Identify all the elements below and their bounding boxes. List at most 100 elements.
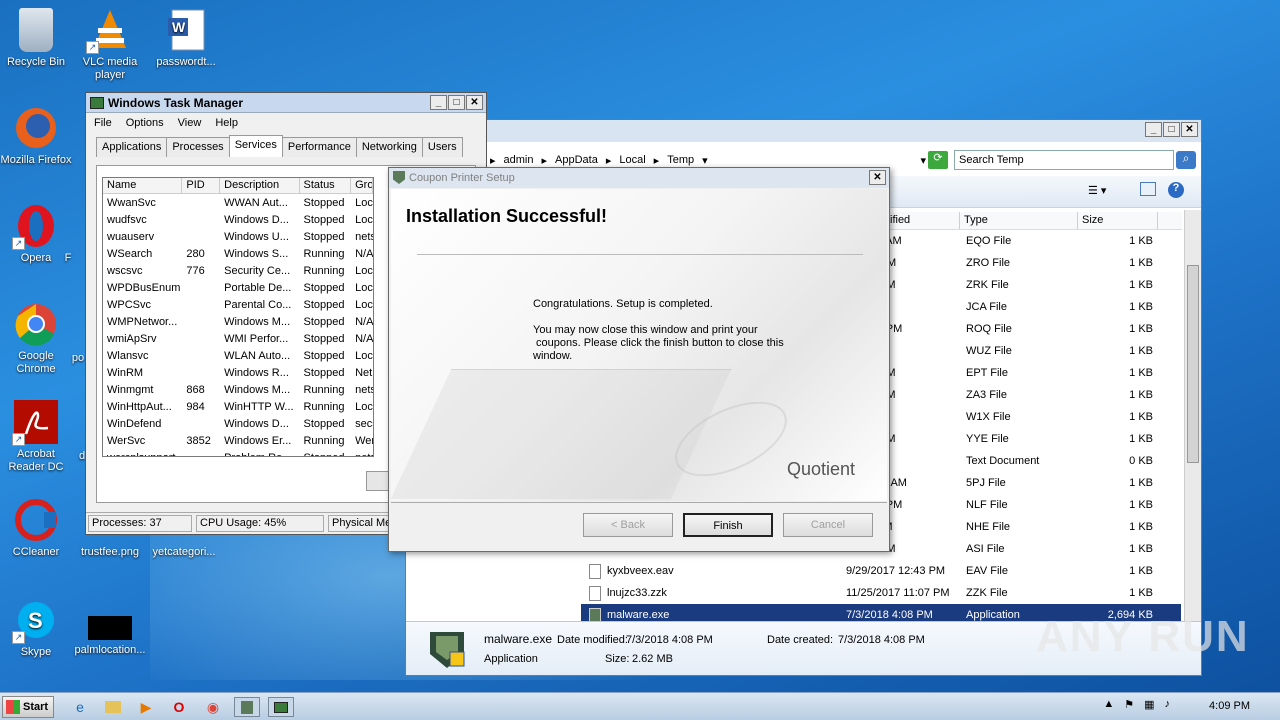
file-type: EQO File (966, 235, 1012, 247)
menu-options[interactable]: Options (126, 117, 164, 129)
desktop-icon-skype[interactable]: S ↗ Skype (0, 598, 74, 659)
column-status[interactable]: Status (300, 178, 352, 193)
desktop-icon-partial-f[interactable]: F (58, 252, 78, 265)
maximize-button[interactable]: □ (448, 95, 465, 110)
service-row[interactable]: WSearch 280 Windows S... Running N/A (103, 245, 373, 262)
refresh-icon[interactable]: ⟳ (928, 151, 948, 169)
chevron-down-icon[interactable]: ▾ (702, 154, 708, 167)
tab-performance[interactable]: Performance (281, 137, 357, 157)
message-line: You may now close this window and print … (533, 324, 758, 336)
breadcrumb-item[interactable]: AppData (555, 154, 598, 166)
column-pid[interactable]: PID (182, 178, 221, 193)
opera-taskbar-icon[interactable]: O (166, 697, 192, 717)
explorer-titlebar (406, 120, 1201, 142)
column-type[interactable]: Type (960, 212, 1078, 229)
service-description: Windows M... (224, 315, 291, 328)
network-icon[interactable]: ▦ (1144, 698, 1154, 711)
desktop-icon-palmlocation[interactable]: palmlocation... (72, 598, 148, 657)
minimize-button[interactable]: _ (430, 95, 447, 110)
file-explorer-icon[interactable] (100, 697, 126, 717)
service-row[interactable]: wudfsvc Windows D... Stopped Loca (103, 211, 373, 228)
chevron-right-icon: ▸ (490, 154, 496, 167)
column-description[interactable]: Description (220, 178, 300, 193)
service-row[interactable]: WinRM Windows R... Stopped Net (103, 364, 373, 381)
column-group[interactable]: Gro (351, 178, 373, 193)
tab-processes[interactable]: Processes (166, 137, 230, 157)
media-player-icon[interactable]: ▶ (133, 697, 159, 717)
volume-icon[interactable]: ♪ (1165, 698, 1171, 711)
cancel-button[interactable]: Cancel (783, 513, 873, 537)
finish-button[interactable]: Finish (683, 513, 773, 537)
service-row[interactable]: Wlansvc WLAN Auto... Stopped Loca (103, 347, 373, 364)
desktop-icon-chrome[interactable]: Google Chrome (0, 302, 74, 376)
desktop-icon-acrobat[interactable]: ↗ Acrobat Reader DC (0, 400, 74, 474)
menu-view[interactable]: View (178, 117, 202, 129)
breadcrumb-item[interactable]: Temp (667, 154, 694, 166)
internet-explorer-icon[interactable]: e (67, 697, 93, 717)
minimize-button[interactable]: _ (1145, 122, 1162, 137)
column-size[interactable]: Size (1078, 212, 1158, 229)
breadcrumb-item[interactable]: admin (504, 154, 534, 166)
service-row[interactable]: wercplsupport Problem Re...Stoppednets (103, 449, 373, 457)
scrollbar-thumb[interactable] (1187, 265, 1199, 463)
close-button[interactable]: ✕ (1181, 122, 1198, 137)
services-list[interactable]: Name PID Description Status Gro WwanSvc W… (102, 177, 374, 457)
help-icon[interactable]: ? (1168, 182, 1184, 198)
taskbar-clock[interactable]: 4:09 PM (1209, 700, 1250, 712)
search-input[interactable]: Search Temp (954, 150, 1174, 170)
file-type: ZZK File (966, 587, 1008, 599)
desktop-icon-password-doc[interactable]: W passwordt... (148, 8, 224, 69)
tab-applications[interactable]: Applications (96, 137, 168, 157)
chrome-taskbar-icon[interactable]: ◉ (200, 697, 226, 717)
heading-divider (417, 254, 863, 255)
back-button[interactable]: < Back (583, 513, 673, 537)
menu-help[interactable]: Help (215, 117, 238, 129)
service-row[interactable]: WinHttpAut... 984 WinHTTP W... Running Loca (103, 398, 373, 415)
action-center-icon[interactable]: ⚑ (1124, 698, 1134, 711)
column-name[interactable]: Name (103, 178, 183, 193)
tab-services[interactable]: Services (228, 135, 283, 157)
column-date-modified[interactable]: ified (886, 212, 960, 229)
breadcrumb-item[interactable]: Local (619, 154, 645, 166)
show-hidden-icons-icon[interactable]: ▲ (1103, 698, 1114, 711)
service-row[interactable]: wscsvc 776 Security Ce... Running Loca (103, 262, 373, 279)
tab-networking[interactable]: Networking (355, 137, 423, 157)
start-button[interactable]: Start (2, 696, 54, 718)
service-status: Stopped (303, 196, 345, 209)
desktop-icon-firefox[interactable]: Mozilla Firefox (0, 106, 74, 167)
file-type: ROQ File (966, 323, 1012, 335)
service-row[interactable]: wuauserv Windows U... Stopped nets (103, 228, 373, 245)
service-row[interactable]: WPCSvc Parental Co... Stopped Loca (103, 296, 373, 313)
tab-users[interactable]: Users (421, 137, 463, 157)
file-size: 0 KB (1129, 455, 1153, 467)
desktop-icon-label: VLC media player (82, 56, 138, 81)
service-row[interactable]: WerSvc 3852 Windows Er... Running Wer (103, 432, 373, 449)
desktop-icon-recycle-bin[interactable]: Recycle Bin (0, 8, 74, 69)
desktop-icon-vlc[interactable]: ↗ VLC media player (72, 8, 148, 82)
view-options-icon[interactable]: ☰ ▾ (1088, 184, 1106, 197)
service-status: Stopped (303, 281, 345, 294)
desktop-icon-label: Skype (20, 646, 52, 658)
task-manager-taskbar-icon[interactable] (268, 697, 294, 717)
service-row[interactable]: wmiApSrv WMI Perfor... Stopped N/A (103, 330, 373, 347)
service-row[interactable]: WwanSvc WWAN Aut... Stopped Loca (103, 194, 373, 211)
menu-file[interactable]: File (94, 117, 112, 129)
close-button[interactable]: ✕ (466, 95, 483, 110)
close-button[interactable]: ✕ (869, 170, 886, 185)
file-row[interactable]: lnujzc33.zzk 11/25/2017 11:07 PM ZZK File 1… (581, 582, 1181, 604)
file-name-cell: lnujzc33.zzk (581, 585, 843, 601)
service-row[interactable]: WinDefend Windows D... Stopped secs (103, 415, 373, 432)
service-row[interactable]: Winmgmt 868 Windows M... Running nets (103, 381, 373, 398)
service-row[interactable]: WMPNetwor... Windows M... Stopped N/A (103, 313, 373, 330)
desktop-icon-ccleaner[interactable]: CCleaner (0, 498, 74, 559)
chevron-down-icon[interactable]: ▾ (920, 154, 926, 167)
maximize-button[interactable]: □ (1163, 122, 1180, 137)
search-icon[interactable]: ⌕ (1176, 151, 1196, 169)
file-row[interactable]: kyxbveex.eav 9/29/2017 12:43 PM EAV File 1 … (581, 560, 1181, 582)
vertical-scrollbar[interactable] (1184, 210, 1201, 623)
service-row[interactable]: WPDBusEnum Portable De... Stopped Loca (103, 279, 373, 296)
preview-pane-icon[interactable] (1140, 182, 1156, 196)
coupon-setup-taskbar-icon[interactable] (234, 697, 260, 717)
explorer-window-buttons: _ □ ✕ (1145, 122, 1198, 137)
file-size: 1 KB (1129, 565, 1153, 577)
